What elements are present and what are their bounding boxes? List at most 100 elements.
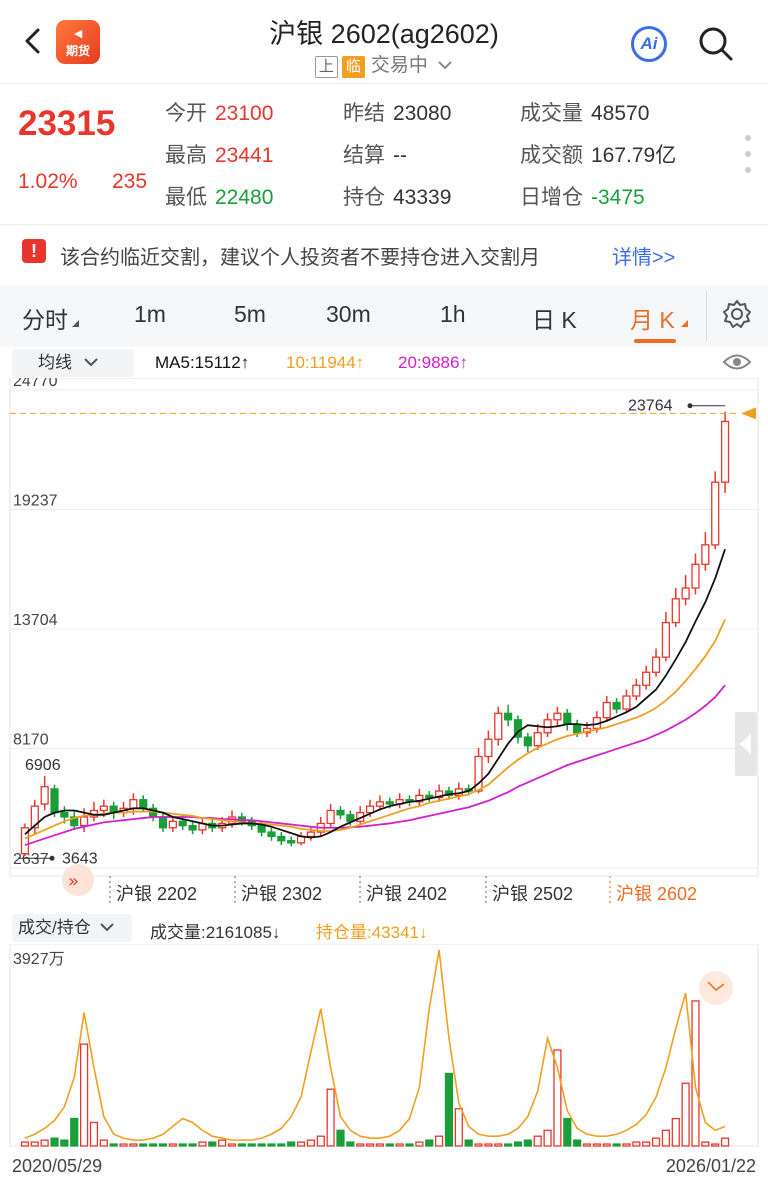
volume-selector[interactable]: 成交/持仓: [12, 914, 132, 942]
gear-icon[interactable]: [722, 299, 752, 329]
volume-bar: [50, 1137, 59, 1147]
candle-body: [79, 816, 89, 827]
quote-field-label: 持仓: [343, 186, 385, 209]
candle-body: [691, 563, 700, 589]
volume-bar: [296, 1141, 306, 1147]
trading-status-text: 交易中: [370, 55, 428, 76]
ma-selector[interactable]: 均线: [12, 349, 134, 377]
candle-body: [681, 587, 690, 600]
volume-bar: [247, 1143, 256, 1147]
ma20-value: 20:9886↑: [398, 353, 468, 372]
candle-body: [642, 671, 651, 686]
volume-bar: [257, 1143, 266, 1147]
candle-body: [661, 621, 671, 658]
candle-body: [494, 712, 503, 740]
quote-field-value: -3475: [591, 186, 645, 209]
candle-body: [60, 811, 69, 818]
volume-bar: [70, 1117, 79, 1147]
volume-chart[interactable]: 3927万: [0, 943, 768, 1149]
volume-bar: [691, 1000, 700, 1147]
volume-bar: [60, 1139, 69, 1147]
volume-bar: [504, 1143, 513, 1147]
volume-bar: [484, 1143, 493, 1147]
top-nav-bar: ◄ 期货 沪银 2602(ag2602) 上临交易中 Ai: [0, 0, 768, 84]
kline-chart[interactable]: 24770 19237 13704 8170 2637 23764 3643 6906» 沪银 …: [0, 373, 768, 910]
tab-1m[interactable]: 1m: [134, 301, 166, 328]
volume-bar: [99, 1139, 108, 1147]
delivery-notice-bar: ! 该合约临近交割，建议个人投资者不要持仓进入交割月 详情>>: [0, 225, 768, 283]
candle-body: [573, 723, 582, 734]
tab-daily-k[interactable]: 日 K: [532, 301, 577, 335]
left-high-label: 6906: [25, 757, 61, 774]
candle-body: [326, 809, 335, 825]
ai-assistant-button[interactable]: Ai: [631, 26, 667, 62]
tab-1h[interactable]: 1h: [440, 301, 466, 328]
tab-label: 分时: [22, 307, 68, 333]
volume-bar: [30, 1141, 39, 1147]
candle-body: [671, 598, 680, 624]
volume-indicator-bar: 成交/持仓 成交量:2161085↓ 持仓量:43341↓: [0, 914, 768, 944]
candle-body: [523, 736, 532, 747]
volume-bar: [336, 1129, 345, 1147]
volume-bar: [89, 1121, 99, 1147]
candle-body: [602, 701, 611, 719]
volume-bar: [129, 1143, 138, 1147]
volume-bar: [158, 1143, 168, 1147]
ma-indicator-bar: 均线 MA5:15112↑ 10:11944↑ 20:9886↑: [0, 349, 768, 379]
volume-bar: [582, 1143, 592, 1147]
candle-body: [632, 684, 641, 697]
volume-bar: [139, 1143, 148, 1147]
quote-field: 最低 22480: [165, 181, 273, 211]
volume-bar: [20, 1141, 30, 1147]
candle-body: [553, 712, 562, 721]
candle-body: [306, 831, 316, 838]
quote-field-label: 成交额: [520, 144, 583, 167]
candle-body: [129, 799, 138, 809]
corner-triangle-icon: [72, 320, 79, 327]
candle-body: [346, 814, 355, 822]
volume-bar: [523, 1139, 532, 1147]
tab-monthly-k[interactable]: 月 K: [630, 301, 689, 335]
volume-bar: [79, 1043, 89, 1147]
candle-body: [188, 824, 197, 831]
candle-body: [336, 809, 345, 816]
quote-field: 结算 --: [343, 139, 407, 169]
volume-bar: [543, 1129, 552, 1147]
volume-bar: [513, 1141, 523, 1147]
volume-bar: [661, 1129, 671, 1147]
min-leader-dot: [49, 855, 55, 861]
tab-5m[interactable]: 5m: [234, 301, 266, 328]
candle-body: [701, 544, 710, 565]
quote-field: 今开 23100: [165, 97, 273, 127]
exchange-tag: 上: [314, 56, 338, 78]
warning-icon: !: [22, 239, 46, 263]
notice-details-link[interactable]: 详情>>: [612, 241, 675, 270]
quote-field-label: 最高: [165, 144, 207, 167]
volume-bar: [711, 1143, 720, 1147]
max-price-label: 23764: [628, 398, 673, 415]
volume-bar: [40, 1139, 49, 1147]
volume-bar: [612, 1143, 621, 1147]
candle-body: [651, 656, 661, 673]
volume-bar: [267, 1143, 276, 1147]
ma5-value: MA5:15112↑: [155, 353, 250, 372]
period-tabs: 分时 1m 5m 30m 1h 日 K 月 K: [0, 285, 768, 347]
eye-icon[interactable]: [722, 351, 752, 373]
y-tick-label: 13704: [13, 612, 58, 629]
volume-bar: [188, 1143, 197, 1147]
more-dots-icon[interactable]: [744, 134, 752, 174]
candle-body: [375, 801, 385, 807]
quote-field-value: 43339: [393, 186, 452, 209]
divider: [0, 83, 768, 84]
candle-body: [277, 835, 286, 842]
y-tick-label: 24770: [13, 378, 58, 390]
end-date: 2026/01/22: [665, 1156, 756, 1176]
volume-bar: [375, 1143, 385, 1147]
quote-field-label: 最低: [165, 186, 207, 209]
volume-bar: [592, 1143, 601, 1147]
tab-30m[interactable]: 30m: [326, 301, 371, 328]
search-icon[interactable]: [696, 24, 736, 64]
y-tick-label: 19237: [13, 492, 58, 509]
tab-intraday[interactable]: 分时: [22, 301, 80, 335]
candle-body: [158, 816, 168, 829]
